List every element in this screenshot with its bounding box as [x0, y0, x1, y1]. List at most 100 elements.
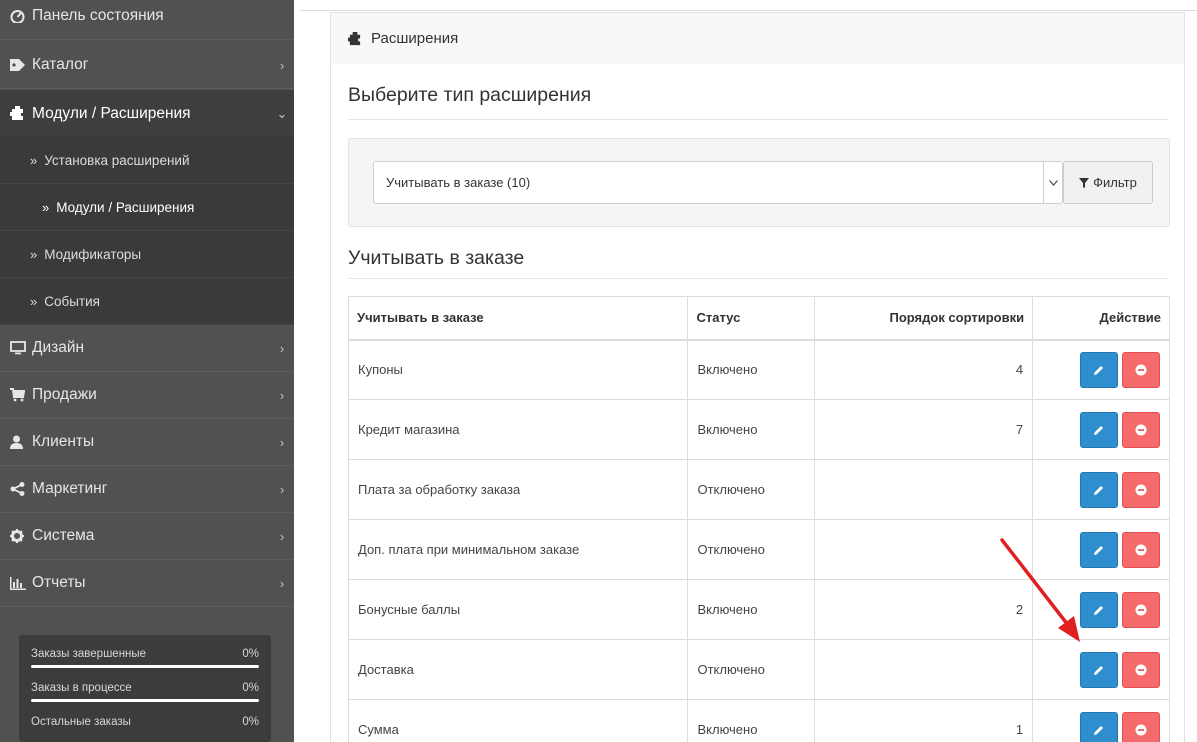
- share-icon: [0, 482, 28, 496]
- table-header-row: Учитывать в заказе Статус Порядок сортир…: [347, 296, 1170, 341]
- chevron-right-icon: ›: [279, 528, 285, 544]
- bar-chart-icon: [0, 576, 28, 590]
- minus-circle-icon: [1135, 484, 1147, 495]
- uninstall-button[interactable]: [1122, 651, 1160, 688]
- divider: [348, 119, 1168, 120]
- cell-name: Доп. плата при минимальном заказе: [347, 519, 689, 580]
- chevron-right-icon: ›: [279, 481, 285, 497]
- edit-button[interactable]: [1080, 651, 1118, 688]
- cart-icon: [0, 388, 28, 402]
- edit-button[interactable]: [1080, 531, 1118, 568]
- cell-name: Кредит магазина: [347, 399, 689, 460]
- edit-button[interactable]: [1080, 711, 1118, 742]
- sidebar-item-label: Продажи: [32, 386, 97, 403]
- cell-status: Отключено: [687, 459, 816, 520]
- column-header-sort-order[interactable]: Порядок сортировки: [814, 296, 1034, 341]
- sidebar-item-marketing[interactable]: Маркетинг ›: [0, 466, 294, 513]
- uninstall-button[interactable]: [1122, 471, 1160, 508]
- order-stats: Заказы завершенные 0% Заказы в процессе …: [19, 635, 271, 742]
- choose-type-heading: Выберите тип расширения: [348, 84, 592, 106]
- table-row: Плата за обработку заказа Отключено: [347, 459, 1170, 520]
- gear-icon: [0, 529, 28, 543]
- stat-row: Заказы в процессе 0%: [31, 669, 259, 703]
- uninstall-button[interactable]: [1122, 351, 1160, 388]
- select-value: Учитывать в заказе (10): [386, 175, 531, 190]
- pencil-icon: [1094, 485, 1103, 495]
- sidebar-subitem-modifications[interactable]: » Модификаторы: [0, 231, 294, 278]
- table-row: Доп. плата при минимальном заказе Отключ…: [347, 519, 1170, 580]
- stat-label: Заказы завершенные: [31, 648, 147, 660]
- cell-name: Плата за обработку заказа: [347, 459, 689, 520]
- raquo-icon: »: [30, 152, 38, 168]
- column-header-action: Действие: [1032, 296, 1170, 341]
- filter-button[interactable]: Фильтр: [1063, 161, 1153, 204]
- chevron-right-icon: ›: [279, 387, 285, 403]
- edit-button[interactable]: [1080, 411, 1118, 448]
- stat-value: 0%: [242, 648, 259, 660]
- cell-sort-order: 7: [814, 399, 1034, 460]
- minus-circle-icon: [1135, 604, 1147, 615]
- sidebar-subitem-label: Модули / Расширения: [56, 199, 195, 215]
- sidebar-item-catalog[interactable]: Каталог ›: [0, 42, 294, 89]
- cell-name: Купоны: [347, 339, 689, 400]
- sidebar-item-customers[interactable]: Клиенты ›: [0, 419, 294, 466]
- uninstall-button[interactable]: [1122, 591, 1160, 628]
- column-header-status[interactable]: Статус: [687, 296, 816, 341]
- uninstall-button[interactable]: [1122, 411, 1160, 448]
- sidebar-item-label: Дизайн: [32, 339, 85, 356]
- sidebar-item-label: Клиенты: [32, 433, 95, 450]
- stat-value: 0%: [242, 716, 259, 728]
- table-row: Кредит магазина Включено 7: [347, 399, 1170, 460]
- chevron-down-icon[interactable]: [1043, 162, 1062, 203]
- cell-name: Сумма: [347, 699, 689, 742]
- chevron-right-icon: ›: [279, 434, 285, 450]
- minus-circle-icon: [1135, 724, 1147, 735]
- pencil-icon: [1094, 545, 1103, 555]
- section-heading: Учитывать в заказе: [348, 247, 525, 269]
- sidebar-item-label: Модули / Расширения: [32, 104, 191, 122]
- sidebar-item-label: Отчеты: [32, 574, 86, 591]
- user-icon: [0, 435, 28, 449]
- sidebar-item-sales[interactable]: Продажи ›: [0, 372, 294, 419]
- sidebar-item-design[interactable]: Дизайн ›: [0, 325, 294, 372]
- sidebar: Панель состояния Каталог › Модули / Расш…: [0, 0, 294, 742]
- cell-sort-order: [814, 519, 1034, 580]
- sidebar-item-label: Маркетинг: [32, 480, 108, 497]
- pencil-icon: [1094, 365, 1103, 375]
- stat-progress-bar: [31, 665, 259, 668]
- sidebar-subitem-label: События: [44, 293, 100, 309]
- chevron-right-icon: ›: [279, 57, 285, 73]
- raquo-icon: »: [30, 246, 38, 262]
- sidebar-subitem-events[interactable]: » События: [0, 278, 294, 325]
- dashboard-icon: [0, 9, 28, 23]
- filter-icon: [1079, 177, 1090, 188]
- cell-actions: [1032, 519, 1170, 580]
- sidebar-item-dashboard[interactable]: Панель состояния: [0, 0, 294, 40]
- minus-circle-icon: [1135, 664, 1147, 675]
- edit-button[interactable]: [1080, 471, 1118, 508]
- sidebar-item-reports[interactable]: Отчеты ›: [0, 560, 294, 607]
- edit-button[interactable]: [1080, 351, 1118, 388]
- chevron-down-icon: ⌄: [276, 105, 288, 121]
- sidebar-subitem-installer[interactable]: » Установка расширений: [0, 137, 294, 184]
- raquo-icon: »: [30, 293, 38, 309]
- extension-type-select[interactable]: Учитывать в заказе (10): [373, 161, 1063, 204]
- uninstall-button[interactable]: [1122, 711, 1160, 742]
- sidebar-subitem-extensions[interactable]: » Модули / Расширения: [0, 184, 294, 231]
- uninstall-button[interactable]: [1122, 531, 1160, 568]
- puzzle-icon: [348, 31, 362, 46]
- stat-label: Остальные заказы: [31, 716, 131, 728]
- sidebar-item-system[interactable]: Система ›: [0, 513, 294, 560]
- puzzle-icon: [0, 106, 28, 121]
- filter-well: Учитывать в заказе (10) Фильтр: [348, 138, 1170, 227]
- sidebar-item-label: Панель состояния: [32, 7, 164, 24]
- column-header-name[interactable]: Учитывать в заказе: [347, 296, 689, 341]
- edit-button[interactable]: [1080, 591, 1118, 628]
- sidebar-item-extensions[interactable]: Модули / Расширения ⌄: [0, 90, 294, 137]
- cell-sort-order: 4: [814, 339, 1034, 400]
- cell-sort-order: 2: [814, 579, 1034, 640]
- chevron-right-icon: ›: [279, 340, 285, 356]
- pencil-icon: [1094, 425, 1103, 435]
- sidebar-subitem-label: Модификаторы: [44, 246, 142, 262]
- panel-heading: Расширения: [330, 12, 1185, 64]
